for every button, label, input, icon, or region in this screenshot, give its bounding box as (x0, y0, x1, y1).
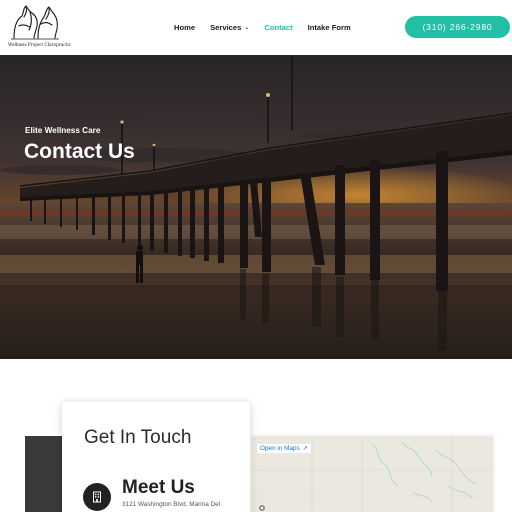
hero-kicker: Elite Wellness Care (25, 126, 101, 135)
open-in-maps-label: Open in Maps (260, 445, 300, 452)
nav-contact[interactable]: Contact (264, 23, 292, 32)
site-header: Wellness Project Chiropractic Home Servi… (0, 0, 512, 55)
building-icon (83, 483, 111, 511)
nav-contact-label: Contact (264, 22, 293, 32)
address-text: 3121 Washington Blvd, Marina Del (122, 501, 221, 508)
meet-us-title: Meet Us (122, 477, 195, 498)
pier-sunset-image (0, 55, 512, 359)
logo-text: Wellness Project Chiropractic (8, 42, 72, 47)
nav-services-label: Services (210, 22, 242, 32)
card-title: Get In Touch (84, 427, 192, 448)
nav-home[interactable]: Home (174, 23, 195, 32)
hero-banner: Elite Wellness Care Contact Us (0, 55, 512, 359)
chevron-down-icon: ⌄ (244, 24, 250, 31)
phone-button[interactable]: (310) 266-2980 (405, 16, 510, 38)
page-title: Contact Us (24, 140, 135, 163)
site-logo[interactable]: Wellness Project Chiropractic (8, 4, 72, 50)
nav-home-label: Home (174, 22, 196, 32)
nav-services[interactable]: Services ⌄ (210, 23, 249, 32)
main-nav: Home Services ⌄ Contact Intake Form (174, 21, 366, 33)
contact-card: Get In Touch Meet Us 3121 Washington Blv… (62, 402, 250, 512)
open-in-maps-link[interactable]: Open in Maps ↗ (257, 444, 311, 453)
nav-intake-form[interactable]: Intake Form (308, 23, 351, 32)
map-embed[interactable]: Open in Maps ↗ (252, 436, 493, 512)
nav-intake-form-label: Intake Form (307, 22, 351, 32)
external-link-icon: ↗ (302, 446, 308, 452)
dark-panel (25, 436, 65, 512)
horse-logo-icon (11, 5, 59, 40)
